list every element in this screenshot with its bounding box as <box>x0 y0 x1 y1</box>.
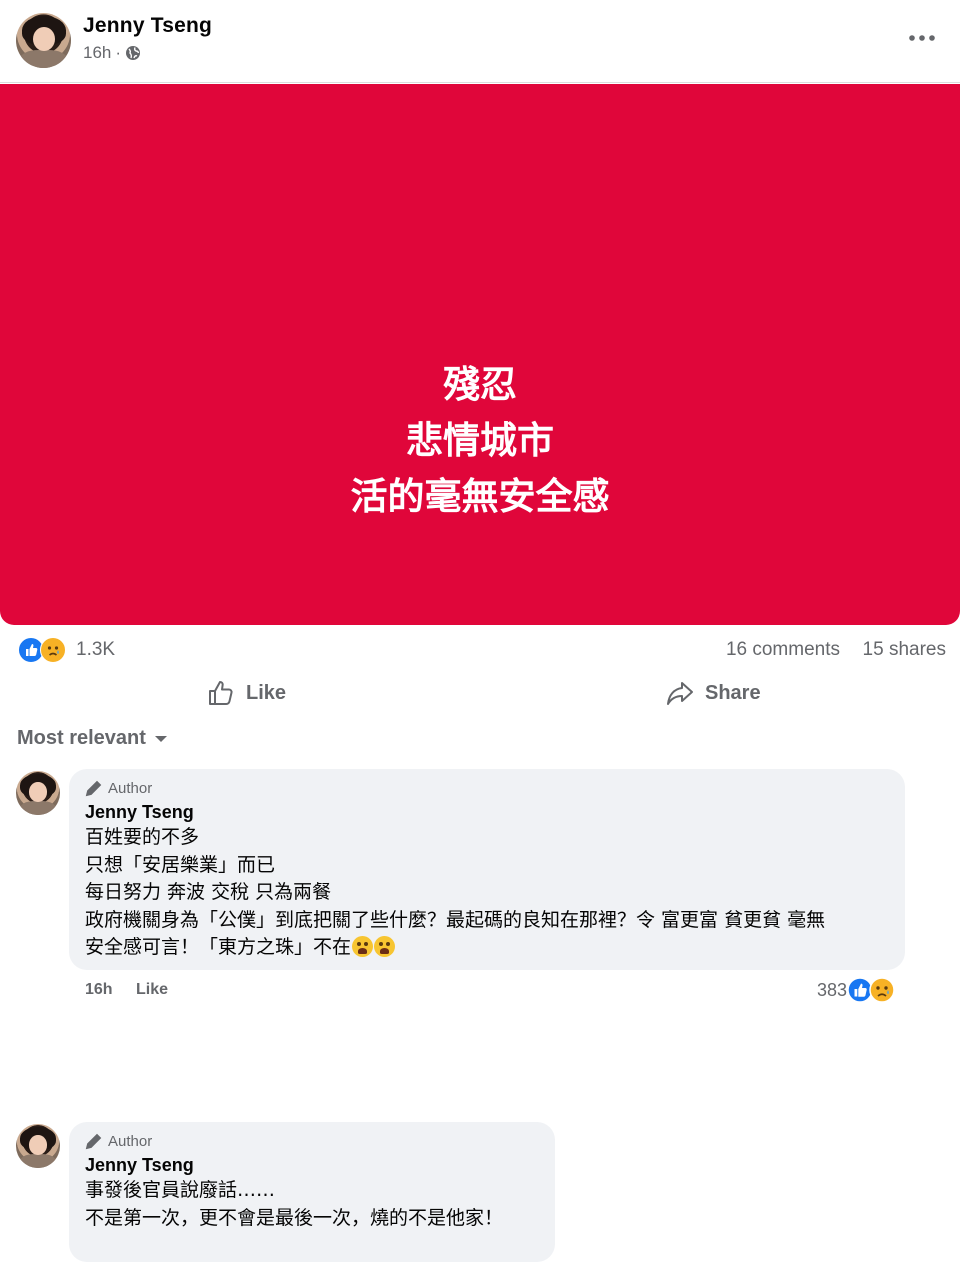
header-divider <box>0 82 960 83</box>
comment-text: 百姓要的不多 只想「安居樂業」而已 每日努力 奔波 交稅 只為兩餐 政府機關身為… <box>85 824 895 962</box>
comment-time[interactable]: 16h <box>85 981 113 999</box>
comment-reaction-count: 383 <box>817 979 848 1000</box>
banner-text: 殘忍 悲情城市 活的毫無安全感 <box>0 357 960 525</box>
reaction-count[interactable]: 1.3K <box>76 639 115 661</box>
sad-reaction-icon <box>40 637 66 663</box>
like-label: Like <box>246 681 287 704</box>
pencil-icon <box>85 1133 102 1150</box>
comment-sort-dropdown[interactable]: Most relevant <box>17 727 168 750</box>
share-label: Share <box>705 681 761 704</box>
post-image[interactable]: 殘忍 悲情城市 活的毫無安全感 <box>0 84 960 625</box>
comment-author[interactable]: Jenny Tseng <box>85 802 194 823</box>
comments-count[interactable]: 16 comments <box>726 639 840 661</box>
shares-count[interactable]: 15 shares <box>863 639 946 661</box>
comment-avatar[interactable] <box>16 1124 60 1168</box>
reaction-icons[interactable] <box>18 637 70 663</box>
comment-text: 事發後官員說廢話…… 不是第一次，更不會是最後一次，燒的不是他家！ <box>85 1179 504 1229</box>
post-time[interactable]: 16h <box>83 43 111 63</box>
comment-reactions[interactable]: 383 <box>817 977 895 1003</box>
comment-text-content: 百姓要的不多 只想「安居樂業」而已 每日努力 奔波 交稅 只為兩餐 政府機關身為… <box>85 826 826 958</box>
globe-icon <box>126 46 141 60</box>
post-header: Jenny Tseng 16h · <box>0 0 960 83</box>
author-badge-label: Author <box>108 1132 153 1150</box>
comment-author[interactable]: Jenny Tseng <box>85 1155 194 1176</box>
share-button[interactable]: Share <box>665 670 761 716</box>
crying-face-icon <box>352 936 374 957</box>
meta-separator: · <box>115 43 122 62</box>
post-meta: 16h · <box>83 43 141 63</box>
banner-line-3: 活的毫無安全感 <box>350 475 610 518</box>
comment-bubble: Author Jenny Tseng 事發後官員說廢話…… 不是第一次，更不會是… <box>69 1122 555 1262</box>
author-avatar[interactable] <box>16 13 71 68</box>
author-badge: Author <box>85 1132 152 1150</box>
comment-avatar[interactable] <box>16 771 60 815</box>
author-badge-label: Author <box>108 779 153 797</box>
caret-down-icon <box>154 735 167 742</box>
like-button[interactable]: Like <box>206 670 286 716</box>
comment-bubble: Author Jenny Tseng 百姓要的不多 只想「安居樂業」而已 每日努… <box>69 769 905 970</box>
post-stats: 1.3K 16 comments 15 shares <box>0 632 960 668</box>
comment-like-button[interactable]: Like <box>136 981 168 999</box>
share-icon <box>667 682 693 705</box>
sad-reaction-icon <box>869 977 895 1003</box>
author-name[interactable]: Jenny Tseng <box>83 14 212 38</box>
thumbs-up-icon <box>209 681 233 705</box>
sort-label: Most relevant <box>17 727 146 749</box>
author-badge: Author <box>85 779 152 797</box>
pencil-icon <box>85 780 102 797</box>
banner-line-2: 悲情城市 <box>406 419 554 462</box>
more-icon[interactable] <box>906 26 938 50</box>
crying-face-icon <box>374 936 396 957</box>
banner-line-1: 殘忍 <box>443 363 517 406</box>
